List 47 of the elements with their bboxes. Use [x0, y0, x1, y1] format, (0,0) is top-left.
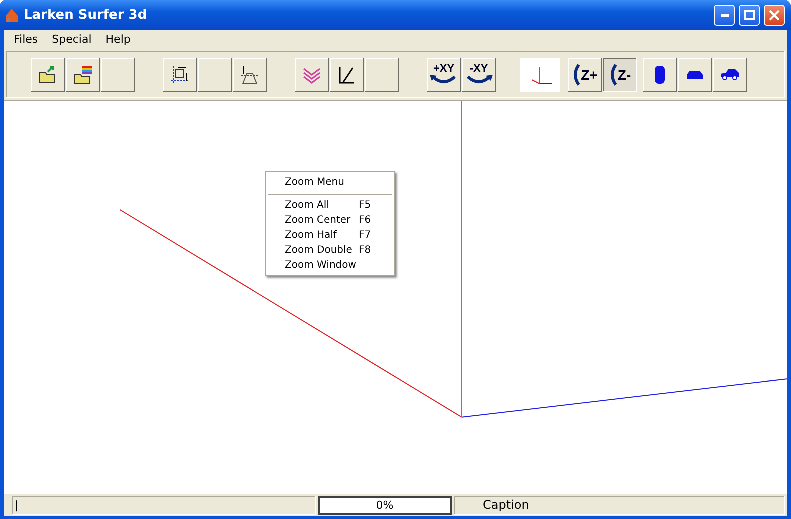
rotate-label: -XY — [470, 64, 488, 75]
toolbar-button[interactable] — [66, 58, 100, 92]
menu-title: Zoom Menu — [284, 176, 346, 190]
car-icon — [687, 70, 703, 78]
folder-icon — [38, 64, 58, 84]
curved-arrow-icon — [430, 75, 458, 85]
folder-icon — [73, 64, 93, 84]
toolbar-button[interactable] — [31, 58, 65, 92]
axes-icon — [520, 58, 560, 92]
menu-item[interactable]: Zoom Window — [266, 258, 394, 273]
menu-item[interactable]: Zoom Double F8 — [266, 243, 394, 258]
app-icon — [4, 7, 20, 23]
toolbar-button[interactable] — [163, 58, 197, 92]
menu-item[interactable]: Zoom Center F6 — [266, 213, 394, 228]
maximize-icon — [744, 10, 755, 20]
close-button[interactable] — [764, 4, 785, 26]
status-caption: Caption — [454, 496, 785, 514]
toolbar-button[interactable] — [643, 58, 677, 92]
minimize-button[interactable] — [714, 4, 735, 26]
toolbar-button[interactable] — [678, 58, 712, 92]
angle-icon — [337, 64, 357, 84]
menu-item[interactable]: Special — [45, 33, 99, 46]
rotate-label: Z- — [618, 66, 632, 82]
minimize-icon — [720, 14, 728, 16]
toolbar-button[interactable] — [713, 58, 747, 92]
menu-item[interactable]: Zoom All F5 — [266, 198, 394, 213]
toolbar-button[interactable] — [330, 58, 364, 92]
toolbar-button[interactable] — [233, 58, 267, 92]
curved-arrow-icon — [465, 75, 493, 85]
window-title: Larken Surfer 3d — [24, 8, 148, 22]
section-icon — [240, 64, 260, 84]
menu-item[interactable]: Help — [98, 33, 138, 46]
rotate-label: +XY — [433, 64, 455, 75]
toolbar-button[interactable]: -XY — [462, 58, 496, 92]
car-icon — [655, 66, 665, 84]
toolbar-button[interactable]: Z+ — [568, 58, 602, 92]
progress-bar: 0% — [318, 496, 452, 514]
maximize-button[interactable] — [739, 4, 760, 26]
toolbar-button[interactable]: +XY — [427, 58, 461, 92]
resize-frame-icon — [170, 64, 190, 84]
toolbar-button[interactable]: Z- — [603, 58, 637, 92]
rotate-label: Z+ — [581, 66, 598, 82]
close-icon — [769, 10, 780, 20]
menu-item[interactable]: Files — [7, 33, 46, 46]
status-panel: | — [12, 496, 316, 514]
car-icon — [720, 68, 740, 81]
menu-item[interactable]: Zoom Half F7 — [266, 228, 394, 243]
